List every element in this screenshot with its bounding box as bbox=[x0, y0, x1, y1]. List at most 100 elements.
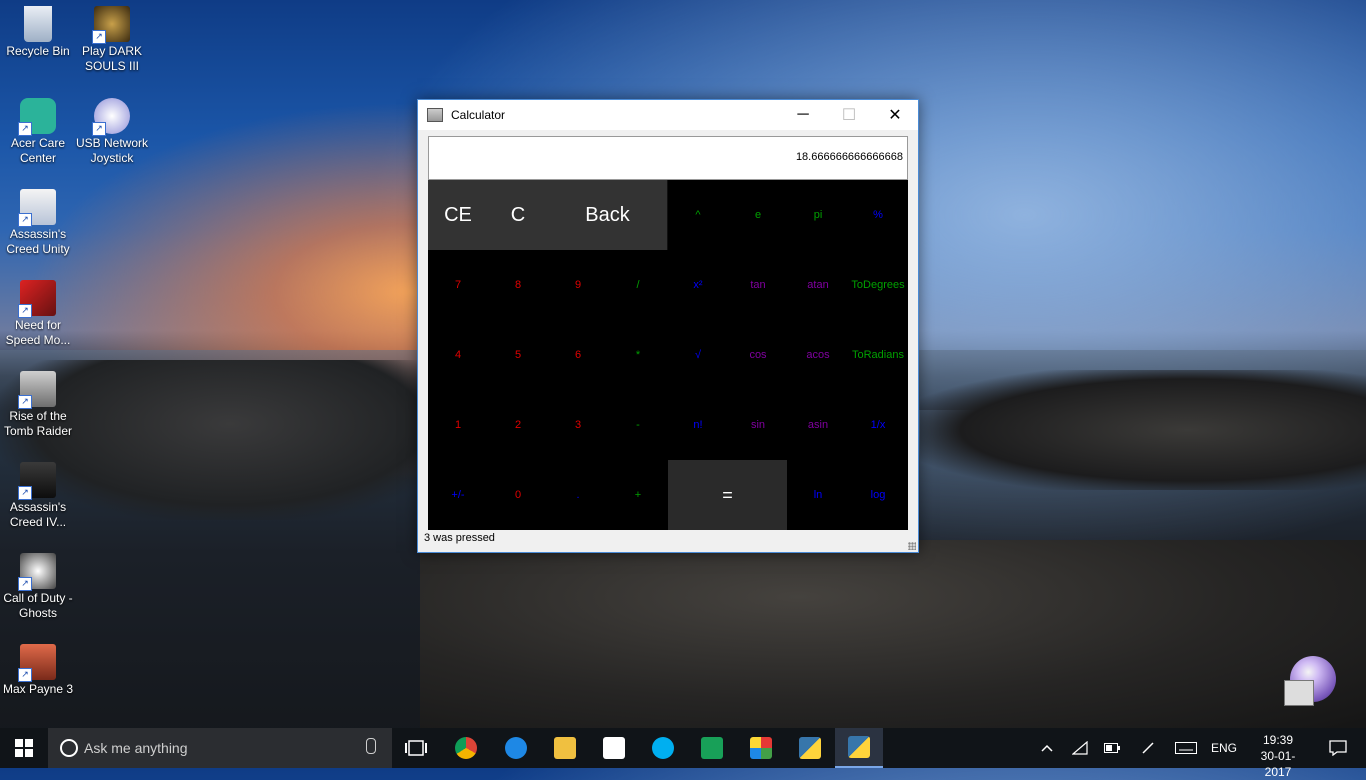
desktop-icon-ac-unity[interactable]: ↗ Assassin's Creed Unity bbox=[0, 189, 76, 257]
euler-button[interactable]: e bbox=[728, 180, 788, 250]
digit-8-button[interactable]: 8 bbox=[488, 250, 548, 320]
chevron-up-icon bbox=[1041, 744, 1053, 752]
desktop-icon-label: Call of Duty - Ghosts bbox=[3, 591, 73, 620]
power-button[interactable]: ^ bbox=[668, 180, 728, 250]
calculator-display[interactable]: 18.666666666666668 bbox=[428, 136, 908, 180]
pi-button[interactable]: pi bbox=[788, 180, 848, 250]
title-bar[interactable]: Calculator ─ ☐ ✕ bbox=[418, 100, 918, 130]
close-button[interactable]: ✕ bbox=[872, 100, 918, 130]
multiply-button[interactable]: * bbox=[608, 320, 668, 390]
notification-icon bbox=[1329, 740, 1347, 756]
to-radians-button[interactable]: ToRadians bbox=[848, 320, 908, 390]
keyboard-tray[interactable] bbox=[1172, 728, 1200, 768]
resize-grip-icon[interactable] bbox=[908, 542, 916, 550]
widget-thumbnail-icon[interactable] bbox=[1284, 680, 1314, 706]
clear-button[interactable]: C bbox=[488, 180, 549, 250]
language-indicator[interactable]: ENG bbox=[1206, 728, 1242, 768]
taskbar-app-green[interactable] bbox=[688, 728, 736, 768]
taskbar-app-colorful[interactable] bbox=[737, 728, 785, 768]
tan-button[interactable]: tan bbox=[728, 250, 788, 320]
digit-5-button[interactable]: 5 bbox=[488, 320, 548, 390]
desktop-icon-tomb-raider[interactable]: ↗ Rise of the Tomb Raider bbox=[0, 371, 76, 439]
start-button[interactable] bbox=[0, 728, 48, 768]
recycle-bin-icon bbox=[24, 6, 52, 42]
desktop-icon-acer-care-center[interactable]: ↗ Acer Care Center bbox=[0, 98, 76, 166]
microphone-icon[interactable] bbox=[366, 738, 376, 754]
call-of-duty-icon: ↗ bbox=[18, 553, 56, 591]
joystick-icon: ↗ bbox=[92, 98, 130, 136]
app-icon bbox=[427, 108, 443, 122]
digit-2-button[interactable]: 2 bbox=[488, 390, 548, 460]
network-tray[interactable] bbox=[1068, 728, 1092, 768]
desktop-icon-usb-joystick[interactable]: ↗ USB Network Joystick bbox=[74, 98, 150, 166]
digit-6-button[interactable]: 6 bbox=[548, 320, 608, 390]
taskbar: Ask me anything ENG 19:39 30-01-2017 bbox=[0, 728, 1366, 779]
wifi-icon bbox=[1072, 741, 1088, 755]
taskbar-edge[interactable] bbox=[492, 728, 540, 768]
log-button[interactable]: log bbox=[848, 460, 908, 530]
clock[interactable]: 19:39 30-01-2017 bbox=[1248, 732, 1308, 780]
calculator-window: Calculator ─ ☐ ✕ 18.666666666666668 CE C… bbox=[417, 99, 919, 553]
taskbar-skype[interactable] bbox=[639, 728, 687, 768]
sqrt-button[interactable]: √ bbox=[668, 320, 728, 390]
digit-9-button[interactable]: 9 bbox=[548, 250, 608, 320]
decimal-button[interactable]: . bbox=[548, 460, 608, 530]
task-view-icon bbox=[405, 740, 427, 756]
desktop-icon-recycle-bin[interactable]: Recycle Bin bbox=[0, 6, 76, 59]
digit-3-button[interactable]: 3 bbox=[548, 390, 608, 460]
desktop-icon-dark-souls[interactable]: ↗ Play DARK SOULS III bbox=[74, 6, 150, 74]
cos-button[interactable]: cos bbox=[728, 320, 788, 390]
factorial-button[interactable]: n! bbox=[668, 390, 728, 460]
reciprocal-button[interactable]: 1/x bbox=[848, 390, 908, 460]
task-view-button[interactable] bbox=[392, 728, 440, 768]
desktop-icon-ac-iv[interactable]: ↗ Assassin's Creed IV... bbox=[0, 462, 76, 530]
clock-time: 19:39 bbox=[1262, 733, 1294, 747]
equals-button[interactable]: = bbox=[668, 460, 787, 530]
battery-tray[interactable] bbox=[1100, 728, 1124, 768]
cortana-search-box[interactable]: Ask me anything bbox=[48, 728, 392, 768]
taskbar-chrome[interactable] bbox=[442, 728, 490, 768]
pen-tray[interactable] bbox=[1136, 728, 1160, 768]
acos-button[interactable]: acos bbox=[788, 320, 848, 390]
search-placeholder: Ask me anything bbox=[84, 740, 188, 756]
digit-7-button[interactable]: 7 bbox=[428, 250, 488, 320]
subtract-button[interactable]: - bbox=[608, 390, 668, 460]
clock-date: 30-01-2017 bbox=[1260, 749, 1296, 779]
shortcut-arrow-icon: ↗ bbox=[18, 668, 32, 682]
cortana-icon bbox=[60, 739, 78, 757]
sign-toggle-button[interactable]: +/- bbox=[428, 460, 488, 530]
desktop-icon-label: Max Payne 3 bbox=[2, 682, 74, 696]
percent-button[interactable]: % bbox=[848, 180, 908, 250]
backspace-button[interactable]: Back bbox=[548, 180, 668, 250]
desktop-icon-need-for-speed[interactable]: ↗ Need for Speed Mo... bbox=[0, 280, 76, 348]
taskbar-file-explorer[interactable] bbox=[541, 728, 589, 768]
ln-button[interactable]: ln bbox=[788, 460, 848, 530]
clear-entry-button[interactable]: CE bbox=[428, 180, 489, 250]
asin-button[interactable]: asin bbox=[788, 390, 848, 460]
wallpaper-rocks bbox=[420, 540, 1366, 730]
sin-button[interactable]: sin bbox=[728, 390, 788, 460]
divide-button[interactable]: / bbox=[608, 250, 668, 320]
show-hidden-icons-button[interactable] bbox=[1036, 728, 1058, 768]
desktop-icon-label: Need for Speed Mo... bbox=[5, 318, 71, 347]
square-button[interactable]: x² bbox=[668, 250, 728, 320]
pen-icon bbox=[1142, 742, 1154, 754]
maximize-button[interactable]: ☐ bbox=[826, 100, 872, 130]
action-center-button[interactable] bbox=[1318, 728, 1358, 768]
assassins-creed-icon: ↗ bbox=[18, 189, 56, 227]
digit-0-button[interactable]: 0 bbox=[488, 460, 548, 530]
taskbar-python-idle[interactable] bbox=[786, 728, 834, 768]
minimize-button[interactable]: ─ bbox=[780, 100, 826, 130]
add-button[interactable]: + bbox=[608, 460, 668, 530]
atan-button[interactable]: atan bbox=[788, 250, 848, 320]
desktop-icon-call-of-duty[interactable]: ↗ Call of Duty - Ghosts bbox=[0, 553, 76, 621]
taskbar-calculator-active[interactable] bbox=[835, 728, 883, 768]
desktop-icon-label: Play DARK SOULS III bbox=[81, 44, 143, 73]
desktop-icon-max-payne[interactable]: ↗ Max Payne 3 bbox=[0, 644, 76, 697]
digit-4-button[interactable]: 4 bbox=[428, 320, 488, 390]
taskbar-store[interactable] bbox=[590, 728, 638, 768]
shortcut-arrow-icon: ↗ bbox=[92, 122, 106, 136]
to-degrees-button[interactable]: ToDegrees bbox=[848, 250, 908, 320]
digit-1-button[interactable]: 1 bbox=[428, 390, 488, 460]
desktop-icon-label: Assassin's Creed IV... bbox=[9, 500, 67, 529]
